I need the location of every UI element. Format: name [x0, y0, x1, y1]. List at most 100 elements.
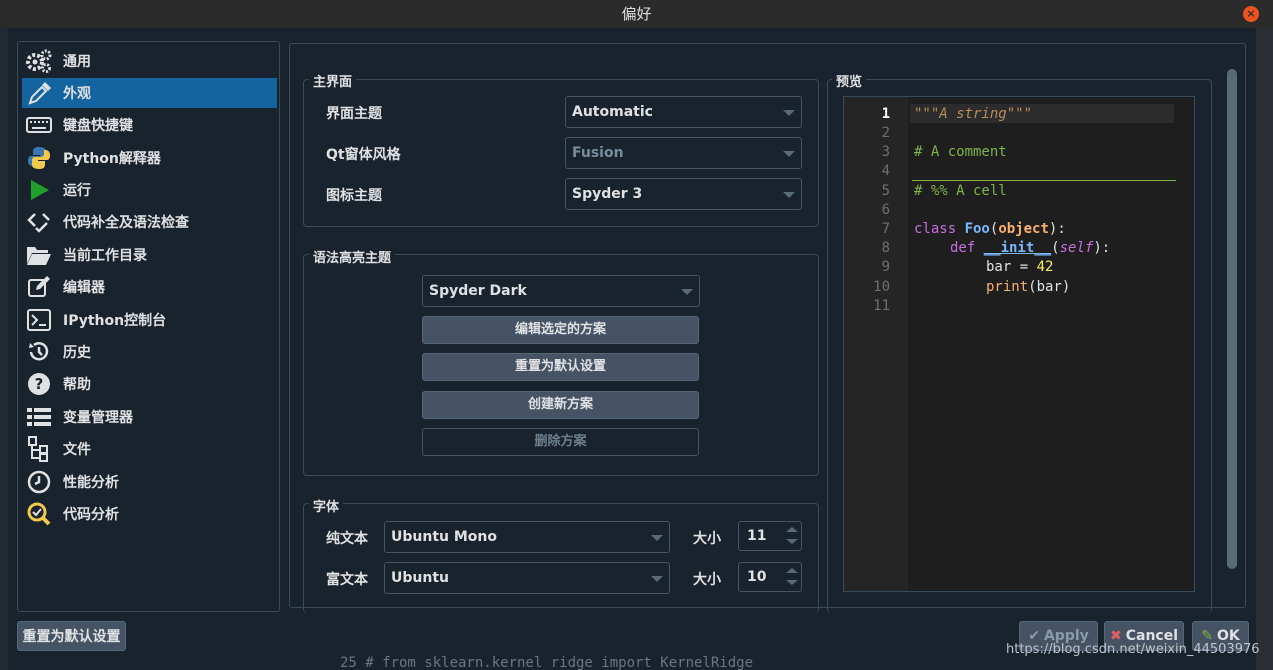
gears-icon: [25, 48, 53, 74]
delete-scheme-button[interactable]: 删除方案: [422, 428, 699, 456]
spin-down-icon[interactable]: [785, 577, 799, 589]
code-builtin: print: [986, 279, 1029, 295]
preview-editor[interactable]: 1 2 3 4 5 6 7 8 9 10 11 """A string""" #…: [843, 96, 1195, 592]
watermark: https://blog.csdn.net/weixin_44503976: [1006, 642, 1260, 657]
code-self: self: [1059, 240, 1094, 256]
syntax-scheme-select[interactable]: Spyder Dark: [422, 275, 700, 307]
rich-size-spinbox[interactable]: 10: [738, 562, 802, 592]
ui-theme-label: 界面主题: [326, 106, 382, 122]
line-number-gutter: 1 2 3 4 5 6 7 8 9 10 11: [844, 97, 908, 591]
sidebar-item-editor[interactable]: 编辑器: [22, 272, 277, 302]
line-number: 11: [873, 298, 890, 314]
code-line: # A comment: [914, 144, 1007, 160]
sidebar-item-run[interactable]: 运行: [22, 175, 277, 205]
code-punct: ):: [1048, 221, 1066, 237]
code-line: # %% A cell: [914, 183, 1007, 199]
sidebar-item-shortcuts[interactable]: 键盘快捷键: [22, 110, 277, 140]
sidebar-item-help[interactable]: ? 帮助: [22, 369, 277, 399]
syntax-theme-title: 语法高亮主题: [309, 247, 396, 266]
sidebar-item-label: 运行: [63, 183, 91, 199]
sidebar-item-label: IPython控制台: [63, 313, 167, 329]
sidebar-item-appearance[interactable]: 外观: [22, 78, 277, 108]
code-line: class Foo(object):: [914, 221, 1066, 237]
line-number: 10: [873, 279, 890, 295]
create-scheme-button[interactable]: 创建新方案: [422, 391, 699, 419]
rich-font-select[interactable]: Ubuntu: [384, 562, 670, 594]
background-editor-text: 25 # from sklearn.kernel_ridge import Ke…: [340, 655, 754, 670]
code-def-name: __init__: [983, 240, 1052, 256]
line-number: 3: [881, 144, 890, 160]
syntax-scheme-value: Spyder Dark: [429, 283, 527, 299]
sidebar-item-label: 文件: [63, 442, 91, 458]
sidebar-item-variable-explorer[interactable]: 变量管理器: [22, 402, 277, 432]
chevron-down-icon: [681, 289, 693, 295]
rich-font-value: Ubuntu: [391, 570, 449, 586]
code-number: 42: [1036, 259, 1054, 275]
sidebar-item-history[interactable]: 历史: [22, 337, 277, 367]
ui-theme-value: Automatic: [572, 104, 653, 120]
reset-scheme-button[interactable]: 重置为默认设置: [422, 353, 699, 381]
plain-font-value: Ubuntu Mono: [391, 529, 497, 545]
sidebar-item-completion[interactable]: 代码补全及语法检查: [22, 207, 277, 237]
scrollbar-thumb[interactable]: [1227, 69, 1237, 569]
icon-theme-select[interactable]: Spyder 3: [565, 178, 802, 210]
sidebar-item-code-analysis[interactable]: 代码分析: [22, 499, 277, 529]
code-text: bar =: [986, 259, 1037, 275]
sidebar-item-label: 帮助: [63, 377, 91, 393]
python-icon: [25, 145, 53, 171]
code-class-name: Foo: [964, 221, 990, 237]
plain-font-select[interactable]: Ubuntu Mono: [384, 521, 670, 553]
preview-title: 预览: [832, 71, 867, 90]
spin-up-icon[interactable]: [785, 524, 799, 536]
icon-theme-value: Spyder 3: [572, 186, 643, 202]
line-number: 8: [881, 240, 890, 256]
line-number: 7: [881, 221, 890, 237]
sidebar-item-label: 外观: [63, 86, 91, 102]
chevron-down-icon: [651, 576, 663, 582]
code-check-icon: [25, 209, 53, 235]
terminal-icon: [25, 307, 53, 333]
scrollbar[interactable]: [1225, 69, 1239, 599]
history-icon: [25, 339, 53, 365]
fonts-title: 字体: [309, 496, 344, 515]
sidebar-item-python-interpreter[interactable]: Python解释器: [22, 143, 277, 173]
reset-defaults-button[interactable]: 重置为默认设置: [17, 621, 126, 651]
folder-icon: [25, 242, 53, 268]
ui-theme-select[interactable]: Automatic: [565, 96, 802, 128]
qt-style-label: Qt窗体风格: [326, 147, 401, 163]
rich-size-label: 大小: [693, 572, 721, 588]
sidebar-item-general[interactable]: 通用: [22, 46, 277, 76]
sidebar-item-files[interactable]: 文件: [22, 434, 277, 464]
sidebar-item-label: 代码补全及语法检查: [63, 215, 189, 231]
sidebar-item-label: Python解释器: [63, 151, 161, 167]
sidebar-item-working-dir[interactable]: 当前工作目录: [22, 240, 277, 270]
chevron-down-icon: [783, 192, 795, 198]
code-builtin: object: [998, 221, 1049, 237]
line-number: 9: [881, 259, 890, 275]
cell-separator: [912, 180, 1176, 181]
plain-text-label: 纯文本: [326, 531, 368, 547]
spin-up-icon[interactable]: [785, 565, 799, 577]
edit-icon: [25, 274, 53, 300]
close-icon[interactable]: ×: [1243, 6, 1259, 22]
line-number: 5: [881, 183, 890, 199]
sidebar-item-ipython-console[interactable]: IPython控制台: [22, 305, 277, 335]
code-punct: (: [1051, 240, 1060, 256]
sidebar-item-profiler[interactable]: 性能分析: [22, 467, 277, 497]
chevron-down-icon: [651, 535, 663, 541]
code-line: bar = 42: [914, 259, 1053, 275]
play-icon: [25, 177, 53, 203]
sidebar-item-label: 历史: [63, 345, 91, 361]
chevron-down-icon: [783, 110, 795, 116]
code-keyword: def: [950, 240, 984, 256]
sidebar-item-label: 性能分析: [63, 475, 119, 491]
qt-style-select[interactable]: Fusion: [565, 137, 802, 169]
title-bar: 偏好 ×: [0, 0, 1273, 28]
code-text: (bar): [1028, 279, 1071, 295]
spin-down-icon[interactable]: [785, 536, 799, 548]
sidebar-item-label: 通用: [63, 54, 91, 70]
plain-size-spinbox[interactable]: 11: [738, 521, 802, 551]
edit-scheme-button[interactable]: 编辑选定的方案: [422, 316, 699, 344]
code-line: """A string""": [914, 106, 1033, 122]
plain-size-value: 11: [747, 528, 767, 544]
